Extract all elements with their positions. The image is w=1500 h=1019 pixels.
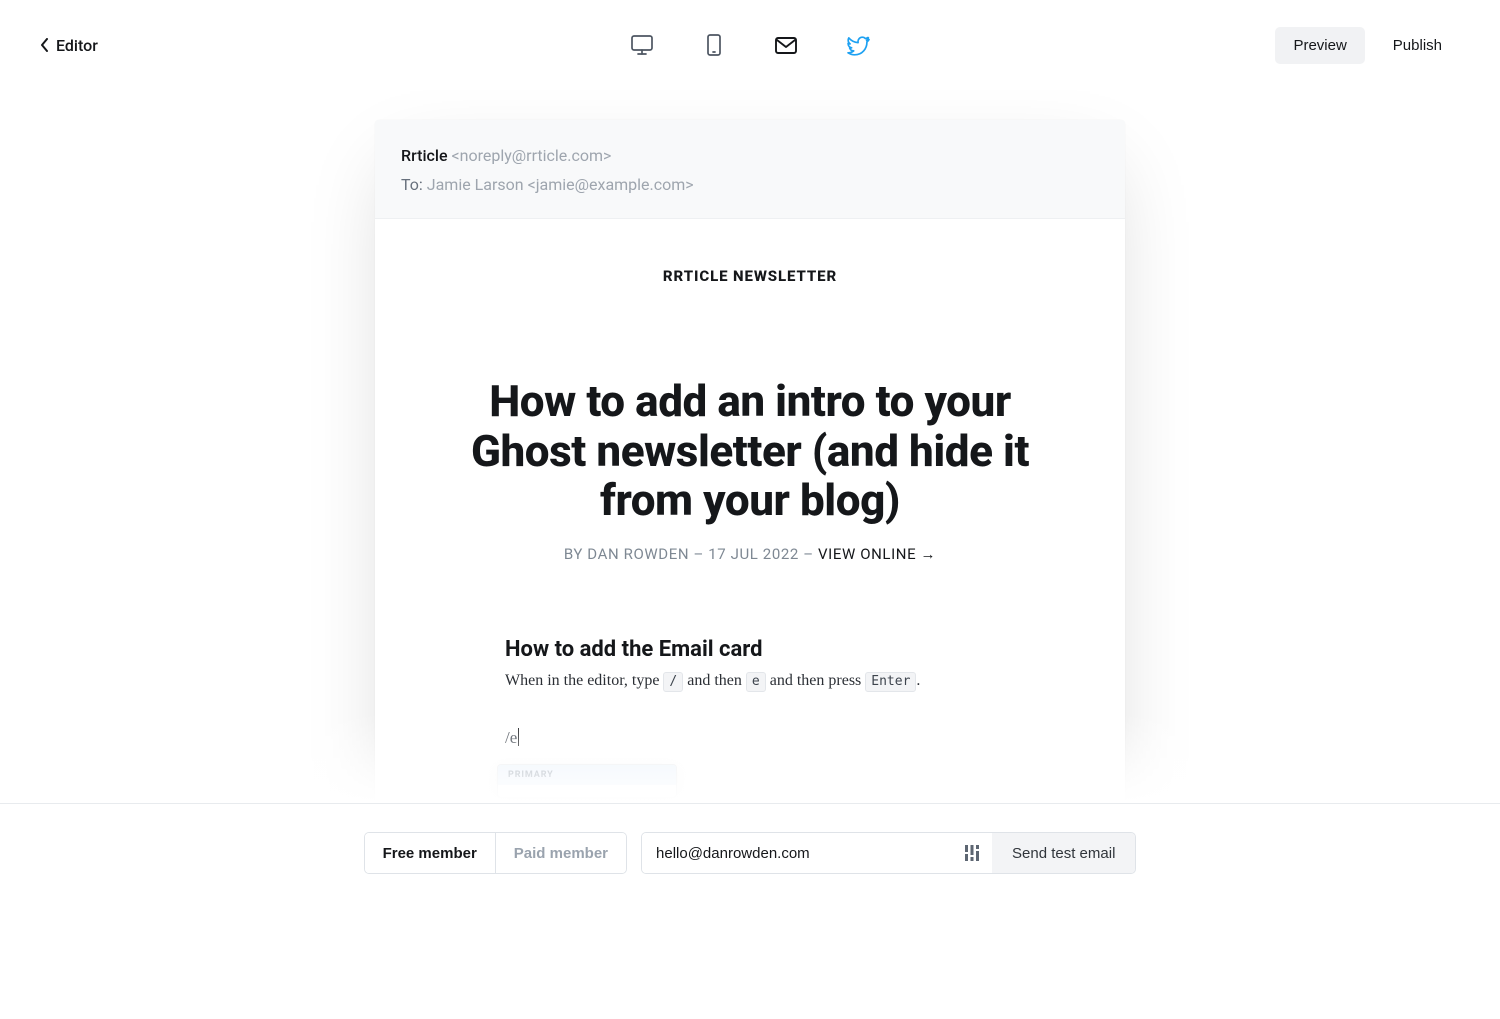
test-email-form: Send test email xyxy=(641,832,1136,874)
content-heading: How to add the Email card xyxy=(505,637,995,662)
password-manager-icon[interactable] xyxy=(952,833,992,873)
to-value: Jamie Larson <jamie@example.com> xyxy=(427,175,694,194)
email-content: How to add the Email card When in the ed… xyxy=(505,637,995,798)
to-row: To: Jamie Larson <jamie@example.com> xyxy=(401,171,1099,198)
para-seg-d: . xyxy=(916,672,920,689)
view-online-link[interactable]: VIEW ONLINE xyxy=(818,545,916,563)
newsletter-title: RRTICLE NEWSLETTER xyxy=(433,267,1067,285)
preview-button[interactable]: Preview xyxy=(1275,27,1364,64)
publish-button[interactable]: Publish xyxy=(1375,27,1460,64)
email-preview-card: Rrticle <noreply@rrticle.com> To: Jamie … xyxy=(375,120,1125,803)
desktop-icon xyxy=(630,34,654,56)
kbd-e: e xyxy=(746,672,766,692)
arrow-right-icon: → xyxy=(921,545,937,563)
dropdown-body xyxy=(498,785,676,797)
slash-command-text: /e xyxy=(505,728,995,748)
editor-label: Editor xyxy=(56,36,98,55)
member-tier-toggle: Free member Paid member xyxy=(364,832,627,874)
mobile-preview-button[interactable] xyxy=(702,33,726,57)
email-preview-button[interactable] xyxy=(774,33,798,57)
to-label: To: xyxy=(401,175,423,194)
test-email-input[interactable] xyxy=(642,833,952,873)
twitter-icon xyxy=(846,34,870,56)
slash-command-dropdown[interactable]: PRIMARY xyxy=(497,764,677,798)
topbar: Editor Preview Publish xyxy=(0,0,1500,90)
content-paragraph: When in the editor, type / and then e an… xyxy=(505,672,995,692)
preview-stage: Rrticle <noreply@rrticle.com> To: Jamie … xyxy=(0,90,1500,803)
para-seg-a: When in the editor, type xyxy=(505,672,663,689)
back-to-editor[interactable]: Editor xyxy=(40,36,98,55)
bottombar: Free member Paid member Send test email xyxy=(0,803,1500,1019)
desktop-preview-button[interactable] xyxy=(630,33,654,57)
chevron-left-icon xyxy=(40,38,50,52)
para-seg-b: and then xyxy=(683,672,746,689)
slash-e-text: /e xyxy=(505,728,517,747)
email-body: RRTICLE NEWSLETTER How to add an intro t… xyxy=(375,219,1125,803)
para-seg-c: and then press xyxy=(766,672,866,689)
mail-icon xyxy=(774,35,798,55)
dropdown-section-label: PRIMARY xyxy=(498,765,676,785)
mobile-icon xyxy=(706,33,722,57)
byline-text: BY DAN ROWDEN – 17 JUL 2022 – xyxy=(564,545,818,563)
topbar-actions: Preview Publish xyxy=(1275,27,1460,64)
from-name: Rrticle xyxy=(401,146,448,165)
byline: BY DAN ROWDEN – 17 JUL 2022 – VIEW ONLIN… xyxy=(433,545,1067,563)
send-test-email-button[interactable]: Send test email xyxy=(992,833,1135,873)
preview-mode-switcher xyxy=(630,33,870,57)
social-preview-button[interactable] xyxy=(846,33,870,57)
from-row: Rrticle <noreply@rrticle.com> xyxy=(401,142,1099,169)
post-title: How to add an intro to your Ghost newsle… xyxy=(443,377,1057,525)
text-caret-icon xyxy=(518,728,519,746)
paid-member-toggle[interactable]: Paid member xyxy=(495,833,626,873)
email-envelope-header: Rrticle <noreply@rrticle.com> To: Jamie … xyxy=(375,120,1125,219)
kbd-slash: / xyxy=(663,672,683,692)
from-address: <noreply@rrticle.com> xyxy=(452,146,612,165)
onepassword-icon xyxy=(965,845,979,861)
free-member-toggle[interactable]: Free member xyxy=(365,833,495,873)
kbd-enter: Enter xyxy=(865,672,916,692)
bottombar-inner: Free member Paid member Send test email xyxy=(364,832,1137,1019)
